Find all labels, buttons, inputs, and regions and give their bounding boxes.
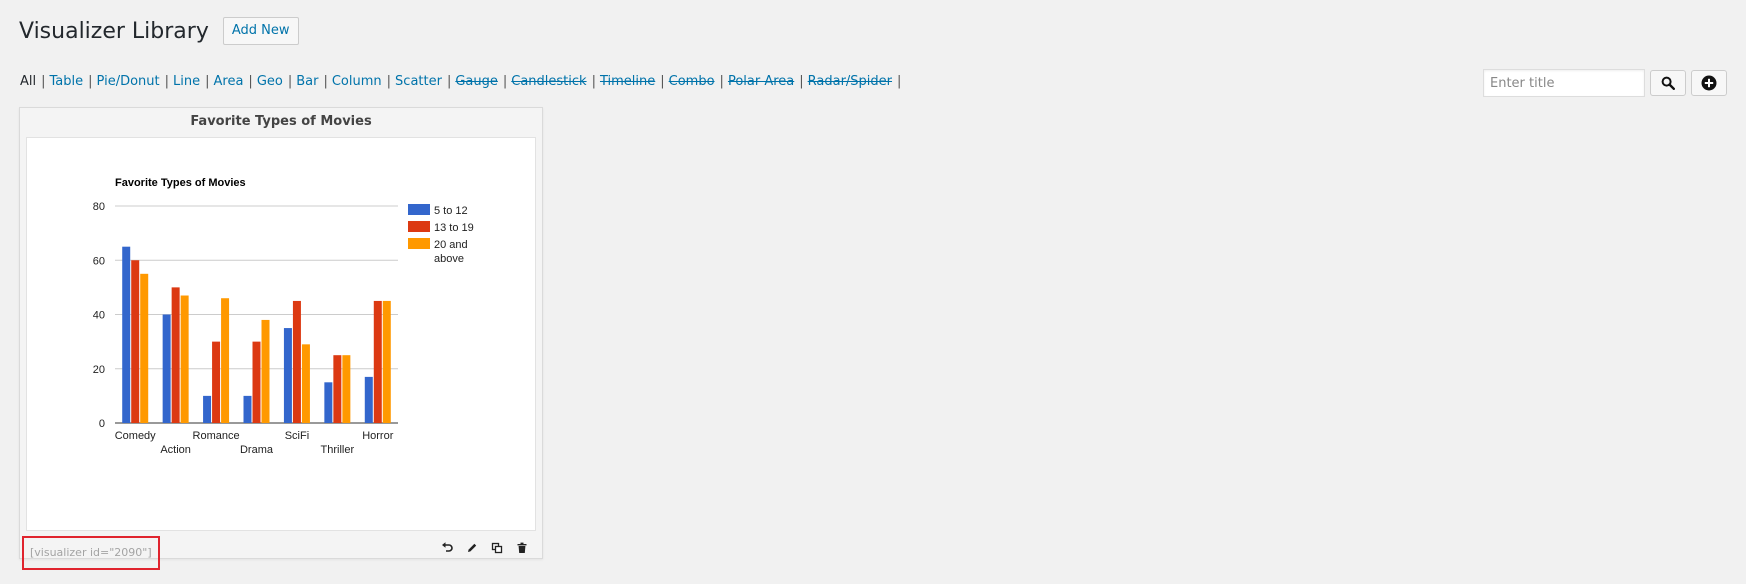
bar-thriller-2 bbox=[333, 355, 342, 423]
add-new-button[interactable]: Add New bbox=[222, 17, 299, 45]
bar-horror-1 bbox=[364, 376, 373, 423]
card-actions bbox=[434, 540, 534, 556]
bar-romance-3 bbox=[221, 298, 230, 423]
filter-geo[interactable]: Geo bbox=[257, 74, 283, 89]
filter-pie-donut[interactable]: Pie/Donut bbox=[97, 74, 160, 89]
clone-button[interactable] bbox=[484, 540, 509, 556]
y-tick-label: 60 bbox=[93, 255, 105, 267]
filter-separator: | bbox=[799, 74, 804, 89]
filter-separator: | bbox=[386, 74, 392, 89]
search-icon bbox=[1661, 76, 1675, 90]
x-tick-label: Comedy bbox=[115, 430, 156, 442]
undo-button[interactable] bbox=[434, 540, 459, 556]
bar-romance-1 bbox=[203, 395, 212, 423]
legend-swatch bbox=[408, 238, 430, 249]
filter-bar[interactable]: Bar bbox=[296, 74, 318, 89]
copy-icon bbox=[491, 542, 502, 554]
bar-comedy-2 bbox=[131, 260, 140, 423]
filter-separator: | bbox=[502, 74, 508, 89]
filter-separator: | bbox=[719, 74, 724, 89]
y-tick-label: 40 bbox=[93, 310, 105, 322]
chart-preview[interactable]: Favorite Types of Movies 0 20 40 60 80 Comedy A… bbox=[26, 137, 536, 531]
trash-icon bbox=[517, 542, 526, 553]
legend-swatch bbox=[408, 221, 430, 232]
y-tick-label: 20 bbox=[93, 364, 105, 376]
legend-label-line: 20 and bbox=[434, 239, 468, 251]
bar-scifi-2 bbox=[292, 300, 301, 423]
bar-chart: Favorite Types of Movies 0 20 40 60 80 Comedy A… bbox=[93, 177, 474, 456]
filter-separator: | bbox=[287, 74, 293, 89]
filter-area[interactable]: Area bbox=[214, 74, 244, 89]
card-title: Favorite Types of Movies bbox=[190, 114, 372, 129]
add-chart-button[interactable] bbox=[1691, 70, 1727, 96]
bar-thriller-1 bbox=[324, 382, 333, 423]
bar-action-1 bbox=[162, 314, 171, 423]
x-tick-label: Horror bbox=[362, 430, 394, 442]
filter-separator: | bbox=[88, 74, 93, 89]
undo-icon bbox=[441, 542, 453, 552]
x-tick-label: SciFi bbox=[285, 430, 309, 442]
y-tick-label: 80 bbox=[93, 201, 105, 213]
chart-title: Favorite Types of Movies bbox=[115, 177, 246, 189]
filter-polar-area[interactable]: Polar Area bbox=[728, 74, 794, 89]
search-bar bbox=[1483, 69, 1727, 97]
bar-scifi-1 bbox=[283, 328, 292, 423]
filter-separator: | bbox=[446, 74, 452, 89]
filter-column[interactable]: Column bbox=[332, 74, 382, 89]
bar-scifi-3 bbox=[301, 344, 310, 423]
filter-separator: | bbox=[897, 74, 902, 89]
bar-action-2 bbox=[171, 287, 180, 423]
filter-separator: | bbox=[248, 74, 253, 89]
chart-card: Favorite Types of Movies Favorite Types … bbox=[19, 107, 543, 570]
legend-label: 20 and above bbox=[434, 239, 468, 265]
search-title-input[interactable] bbox=[1483, 69, 1645, 97]
y-tick-label: 0 bbox=[99, 418, 105, 430]
shortcode-text[interactable]: [visualizer id="2090"] bbox=[22, 536, 160, 570]
edit-pencil-icon bbox=[467, 543, 476, 552]
edit-button[interactable] bbox=[459, 540, 484, 556]
x-tick-label: Thriller bbox=[321, 444, 355, 456]
filter-scatter[interactable]: Scatter bbox=[395, 74, 442, 89]
filter-separator: | bbox=[164, 74, 170, 89]
x-tick-label: Romance bbox=[193, 430, 240, 442]
card-footer: [visualizer id="2090"] bbox=[20, 532, 542, 570]
bar-horror-3 bbox=[382, 300, 391, 423]
legend-label-line: 13 to 19 bbox=[434, 222, 474, 234]
x-tick-label: Action bbox=[160, 444, 191, 456]
legend-label: 13 to 19 bbox=[434, 222, 474, 234]
bar-drama-1 bbox=[243, 395, 252, 423]
bar-drama-2 bbox=[252, 341, 261, 423]
filter-radar-spider[interactable]: Radar/Spider bbox=[808, 74, 892, 89]
bar-horror-2 bbox=[373, 300, 382, 423]
bar-action-3 bbox=[180, 295, 189, 423]
legend-label-line: 5 to 12 bbox=[434, 205, 468, 217]
filter-table[interactable]: Table bbox=[50, 74, 84, 89]
filter-all: All bbox=[20, 74, 37, 89]
filter-timeline[interactable]: Timeline bbox=[600, 74, 655, 89]
bar-romance-2 bbox=[212, 341, 221, 423]
delete-button[interactable] bbox=[509, 540, 534, 556]
legend-label-line: above bbox=[434, 253, 464, 265]
legend-label: 5 to 12 bbox=[434, 205, 468, 217]
filter-gauge[interactable]: Gauge bbox=[455, 74, 498, 89]
bar-comedy-1 bbox=[122, 246, 131, 423]
filter-separator: | bbox=[323, 74, 328, 89]
legend-swatch bbox=[408, 204, 430, 215]
bar-drama-3 bbox=[261, 319, 270, 423]
filter-candlestick[interactable]: Candlestick bbox=[511, 74, 586, 89]
page-header: Visualizer Library Add New bbox=[19, 17, 299, 45]
filter-separator: | bbox=[205, 74, 210, 89]
filter-separator: | bbox=[660, 74, 665, 89]
filter-separator: | bbox=[591, 74, 596, 89]
filter-line[interactable]: Line bbox=[173, 74, 200, 89]
chart-type-filters: All | Table | Pie/Donut | Line | Area | Geo | Bar | Co… bbox=[20, 74, 905, 89]
bar-comedy-3 bbox=[140, 273, 149, 423]
filter-combo[interactable]: Combo bbox=[669, 74, 715, 89]
page-title: Visualizer Library bbox=[19, 18, 209, 44]
bar-thriller-3 bbox=[342, 355, 351, 423]
plus-circle-icon bbox=[1701, 75, 1717, 91]
search-button[interactable] bbox=[1650, 70, 1686, 96]
filter-separator: | bbox=[41, 74, 46, 89]
x-tick-label: Drama bbox=[240, 444, 274, 456]
